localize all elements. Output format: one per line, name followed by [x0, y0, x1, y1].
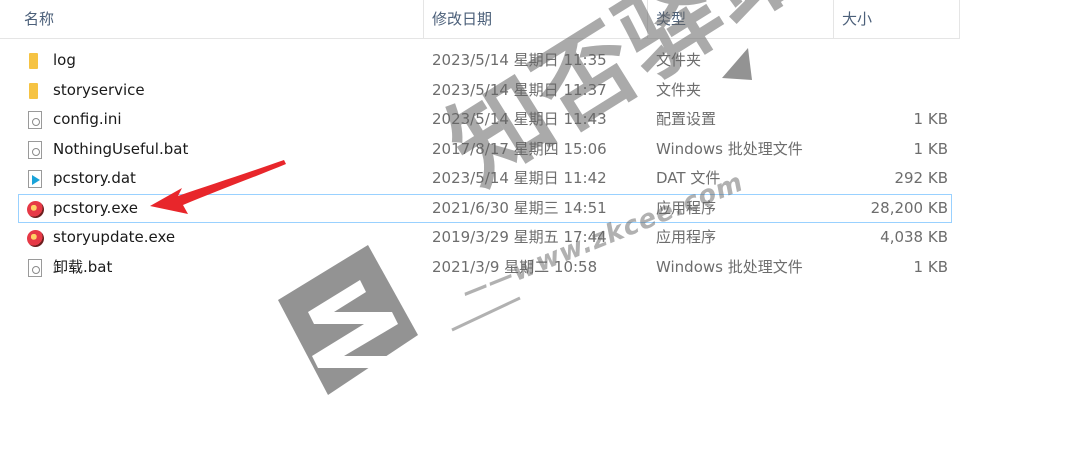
watermark-url-line	[451, 296, 521, 332]
file-name: pcstory.dat	[53, 169, 136, 187]
file-date: 2021/6/30 星期三 14:51	[432, 198, 607, 217]
file-size: 1 KB	[913, 139, 948, 158]
column-header-date-label: 修改日期	[432, 10, 493, 28]
file-row-selected[interactable]: pcstory.exe 2021/6/30 星期三 14:51 应用程序 28,…	[0, 193, 960, 224]
app-icon	[26, 200, 44, 218]
file-name: NothingUseful.bat	[53, 139, 189, 158]
file-size	[834, 76, 948, 106]
sort-ascending-icon: ^	[222, 0, 233, 8]
file-size: 28,200 KB	[870, 198, 948, 217]
file-name: storyservice	[53, 80, 145, 99]
column-header-size[interactable]: 大小	[834, 0, 960, 38]
file-size: 4,038 KB	[880, 228, 948, 246]
file-name: log	[53, 51, 76, 69]
file-type: Windows 批处理文件	[656, 257, 803, 276]
batch-file-icon	[26, 258, 44, 277]
file-type: 配置设置	[656, 110, 717, 128]
file-name: config.ini	[53, 110, 122, 128]
file-size: 292 KB	[894, 169, 948, 187]
column-header-name[interactable]: 名称 ^	[16, 0, 424, 38]
file-name: 卸载.bat	[53, 257, 113, 276]
folder-icon	[26, 52, 44, 70]
file-size	[834, 46, 948, 76]
file-size: 1 KB	[913, 257, 948, 276]
file-name: pcstory.exe	[53, 198, 138, 217]
folder-icon	[26, 82, 44, 100]
batch-file-icon	[26, 140, 44, 159]
app-icon	[26, 229, 44, 247]
column-header-name-label: 名称	[24, 10, 55, 28]
file-row[interactable]: storyupdate.exe 2019/3/29 星期五 17:44 应用程序…	[0, 223, 960, 253]
file-name: storyupdate.exe	[53, 228, 176, 246]
file-size: 1 KB	[913, 110, 948, 128]
file-type: Windows 批处理文件	[656, 139, 803, 158]
media-file-icon	[26, 170, 44, 188]
config-file-icon	[26, 111, 44, 129]
column-header-size-label: 大小	[842, 10, 873, 28]
